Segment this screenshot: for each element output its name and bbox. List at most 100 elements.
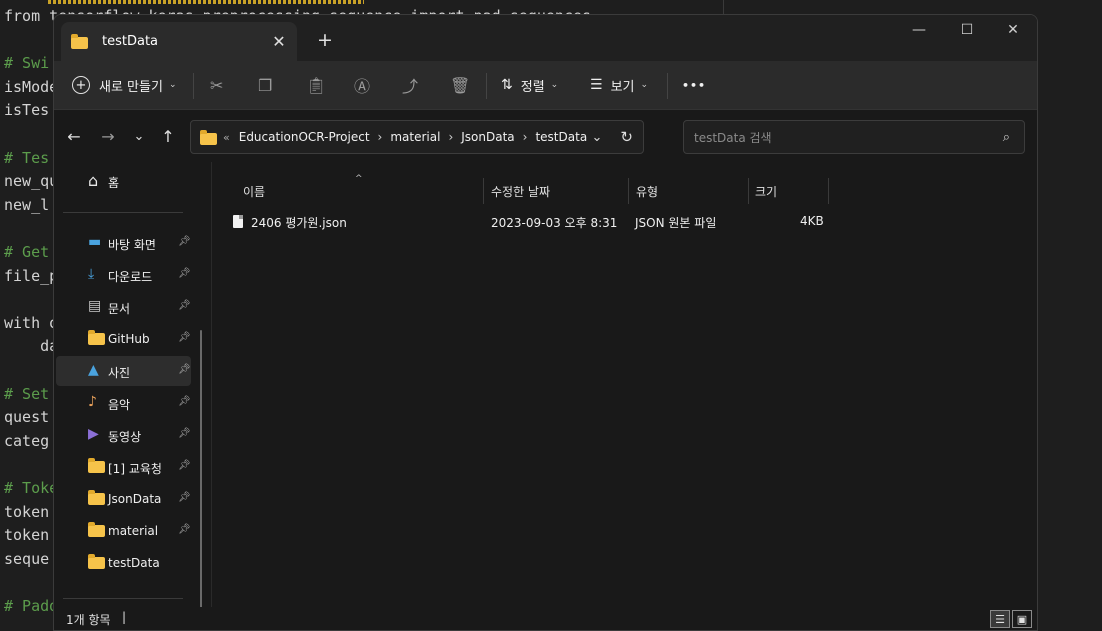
share-icon: ⤴ (402, 77, 419, 96)
toolbar-divider (667, 73, 668, 99)
sidebar-item-testdata[interactable]: testData (56, 548, 191, 578)
forward-button[interactable]: → (94, 122, 122, 150)
status-bar: 1개 항목 | ☰ ▣ (54, 607, 1037, 630)
toolbar-divider (193, 73, 194, 99)
more-options-button[interactable]: ••• (682, 69, 706, 101)
address-bar[interactable]: « EducationOCR-Project › material › Json… (190, 120, 644, 154)
pin-icon: 📌︎ (178, 428, 191, 439)
new-button-label: 새로 만들기 (99, 79, 163, 95)
sidebar-item-문서[interactable]: ▤ 문서 📌︎ (56, 292, 191, 322)
column-divider[interactable] (748, 178, 749, 204)
column-divider[interactable] (483, 178, 484, 204)
search-input[interactable]: testData 검색 (694, 129, 1003, 146)
sort-button[interactable]: ⇅ 정렬 ⌄ (501, 69, 558, 101)
breadcrumb-material[interactable]: material (390, 130, 440, 144)
table-row[interactable]: 2406 평가원.json 2023-09-03 오후 8:31 JSON 원본… (230, 210, 860, 234)
column-header-type[interactable]: 유형 (636, 177, 658, 205)
column-header-modified[interactable]: 수정한 날짜 (491, 177, 550, 205)
sort-ascending-icon: ^ (355, 174, 363, 184)
sidebar-divider (63, 212, 183, 213)
sidebar-item-material[interactable]: material 📌︎ (56, 516, 191, 546)
arrow-up-icon: ↑ (161, 126, 175, 146)
new-tab-button[interactable]: + (312, 27, 338, 53)
column-divider[interactable] (628, 178, 629, 204)
sidebar-item-[1]-교육청[interactable]: [1] 교육청 📌︎ (56, 452, 191, 482)
trash-icon: 🗑︎ (450, 75, 471, 95)
chevron-down-icon: ⌄ (133, 128, 145, 144)
sidebar-item-jsondata[interactable]: JsonData 📌︎ (56, 484, 191, 514)
sort-icon: ⇅ (501, 77, 513, 93)
file-icon (233, 215, 243, 228)
pin-icon: 📌︎ (178, 236, 191, 247)
folder-icon (200, 129, 217, 145)
chevron-down-icon: ⌄ (168, 80, 177, 90)
sidebar-item-label: JsonData (108, 492, 162, 506)
sidebar-item-home[interactable]: ⌂ 홈 (56, 166, 191, 196)
share-button[interactable]: ⤴ (402, 69, 418, 101)
rename-button[interactable]: Ⓐ (354, 69, 370, 101)
command-bar: + 새로 만들기 ⌄ ✂ ❐ 📋︎ Ⓐ ⤴ 🗑︎ ⇅ 정렬 ⌄ ☰ 보기 ⌄ •… (54, 61, 1037, 110)
tab-testdata[interactable]: testData ✕ (61, 22, 297, 61)
up-button[interactable]: ↑ (154, 122, 182, 150)
code-line: file_p (4, 266, 59, 285)
file-size: 4KB (800, 214, 824, 228)
file-modified: 2023-09-03 오후 8:31 (491, 216, 618, 230)
code-line: # Set (4, 384, 50, 403)
maximize-button[interactable]: ☐ (944, 15, 990, 45)
view-button-label: 보기 (610, 79, 635, 95)
view-list-icon: ☰ (590, 77, 603, 93)
column-header-name[interactable]: 이름 (243, 177, 265, 205)
minimize-button[interactable]: — (896, 15, 942, 45)
back-button[interactable]: ← (60, 122, 88, 150)
paste-button[interactable]: 📋︎ (306, 69, 326, 101)
folder-icon (88, 330, 105, 347)
sidebar-item-음악[interactable]: ♪ 음악 📌︎ (56, 388, 191, 418)
breadcrumb-jsondata[interactable]: JsonData (461, 130, 514, 144)
overflow-chevron-icon[interactable]: « (223, 131, 230, 144)
file-list: ^ 이름 수정한 날짜 유형 크기 2406 평가원.json 2023-09-… (212, 162, 1037, 607)
details-view-icon: ☰ (995, 612, 1005, 626)
sidebar-scrollbar[interactable] (200, 330, 202, 610)
sidebar-item-label: 홈 (108, 176, 120, 190)
scissors-icon: ✂ (210, 75, 224, 95)
chevron-right-icon[interactable]: › (448, 130, 453, 144)
tiles-view-button[interactable]: ▣ (1012, 610, 1032, 628)
code-line: token (4, 502, 50, 521)
refresh-button[interactable]: ↻ (620, 128, 633, 146)
sidebar-item-동영상[interactable]: ▶ 동영상 📌︎ (56, 420, 191, 450)
code-line: # Swi (4, 54, 50, 73)
new-button[interactable]: + 새로 만들기 ⌄ (72, 69, 176, 101)
address-dropdown-button[interactable]: ⌄ (592, 130, 603, 145)
sidebar-item-github[interactable]: GitHub 📌︎ (56, 324, 191, 354)
recent-locations-button[interactable]: ⌄ (125, 122, 153, 150)
sidebar-item-label: 다운로드 (108, 270, 153, 284)
column-divider[interactable] (828, 178, 829, 204)
close-tab-button[interactable]: ✕ (266, 29, 292, 55)
sidebar-item-label: 동영상 (108, 430, 142, 444)
pictures-icon: ▲ (88, 362, 99, 378)
view-button[interactable]: ☰ 보기 ⌄ (590, 69, 648, 101)
breadcrumb-educationocr-project[interactable]: EducationOCR-Project (239, 130, 370, 144)
copy-button[interactable]: ❐ (258, 69, 272, 101)
document-icon: ▤ (88, 298, 102, 314)
sidebar-item-사진[interactable]: ▲ 사진 📌︎ (56, 356, 191, 386)
code-line: seque (4, 549, 50, 568)
delete-button[interactable]: 🗑︎ (450, 69, 470, 101)
clipboard-icon: 📋︎ (306, 75, 327, 95)
column-header-size[interactable]: 크기 (755, 177, 777, 205)
pin-icon: 📌︎ (178, 300, 191, 311)
sidebar-item-다운로드[interactable]: ⤓ 다운로드 📌︎ (56, 260, 191, 290)
pin-icon: 📌︎ (178, 268, 191, 279)
cut-button[interactable]: ✂ (210, 69, 223, 101)
code-line: # Padd (4, 597, 59, 615)
file-name: 2406 평가원.json (251, 216, 347, 230)
chevron-down-icon: ⌄ (640, 80, 649, 90)
details-view-button[interactable]: ☰ (990, 610, 1010, 628)
breadcrumb-testdata[interactable]: testData (535, 130, 587, 144)
search-box[interactable]: testData 검색 ⌕ (683, 120, 1025, 154)
chevron-right-icon[interactable]: › (523, 130, 528, 144)
close-window-button[interactable]: ✕ (990, 15, 1036, 45)
toolbar-divider (486, 73, 487, 99)
chevron-right-icon[interactable]: › (378, 130, 383, 144)
sidebar-item-바탕-화면[interactable]: ▬ 바탕 화면 📌︎ (56, 228, 191, 258)
